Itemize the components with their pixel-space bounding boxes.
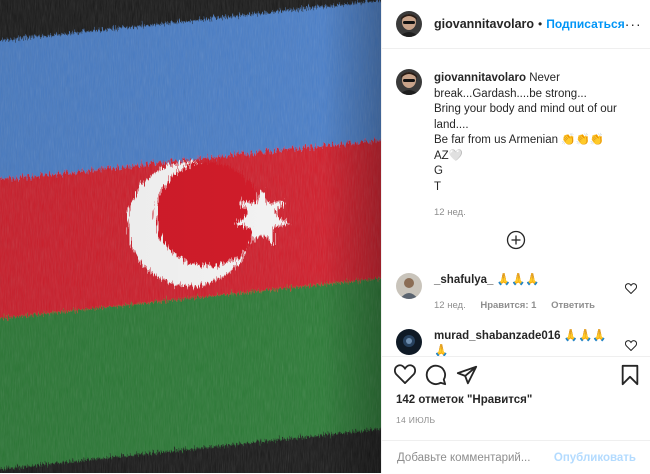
caption-line: Be far from us Armenian 👏👏👏 [434,134,605,146]
comment-likes[interactable]: Нравится: 1 [480,300,536,311]
share-icon[interactable] [456,364,478,391]
comment-body: _shafulya_ 🙏🙏🙏 12 нед. Нравится: 1 Ответ… [434,273,609,313]
bookmark-icon[interactable] [620,364,640,391]
azerbaijan-flag-image [0,0,381,473]
comment-text: 🙏🙏🙏 [493,274,540,286]
author-avatar[interactable] [396,11,422,37]
commenter-avatar[interactable] [396,329,422,355]
more-options-icon[interactable]: ··· [625,16,642,32]
follow-button[interactable]: Подписаться [546,17,624,31]
comment-time[interactable]: 12 нед. [434,300,466,311]
post-header: giovannitavolaro • Подписаться ··· [382,0,650,49]
likes-count[interactable]: 142 отметок "Нравится" [396,394,532,406]
post-caption: giovannitavolaro Never break...Gardash..… [382,49,650,195]
caption-line: T [434,180,442,193]
add-comment-input[interactable] [395,450,554,465]
commenter-username[interactable]: murad_shabanzade016 [434,330,561,342]
comment-body: murad_shabanzade016 🙏🙏🙏 🙏 [434,329,609,359]
caption-timestamp[interactable]: 12 нед. [434,207,650,218]
post-side-panel: giovannitavolaro • Подписаться ··· giova… [382,0,650,473]
comment-meta: 12 нед. Нравится: 1 Ответить [434,298,609,313]
author-username[interactable]: giovannitavolaro [434,17,534,31]
comment-item: murad_shabanzade016 🙏🙏🙏 🙏 [382,329,650,359]
commenter-avatar[interactable] [396,273,422,299]
caption-line: Bring your body and mind out of our land… [434,103,617,131]
commenter-username[interactable]: _shafulya_ [434,274,493,286]
comment-item: _shafulya_ 🙏🙏🙏 12 нед. Нравится: 1 Ответ… [382,273,650,313]
comment-like-heart-icon[interactable] [624,281,638,299]
post-actions [393,364,640,391]
add-comment-bar: Опубликовать [382,440,650,474]
divider [382,356,650,357]
caption-line: G [434,165,443,177]
instagram-post: giovannitavolaro • Подписаться ··· giova… [0,0,650,473]
comment-icon[interactable] [425,364,447,391]
caption-text: giovannitavolaro Never break...Gardash..… [434,71,624,195]
caption-line: AZ🤍 [434,149,464,162]
caption-username[interactable]: giovannitavolaro [434,72,526,84]
post-date[interactable]: 14 ИЮЛЬ [396,415,435,425]
reply-button[interactable]: Ответить [551,300,595,311]
post-image[interactable] [0,0,382,473]
separator-dot: • [538,17,543,31]
plus-circle-icon[interactable] [506,230,526,255]
heart-icon[interactable] [393,364,417,389]
publish-button[interactable]: Опубликовать [554,452,636,464]
caption-avatar[interactable] [396,69,422,95]
comment-like-heart-icon[interactable] [624,338,638,356]
